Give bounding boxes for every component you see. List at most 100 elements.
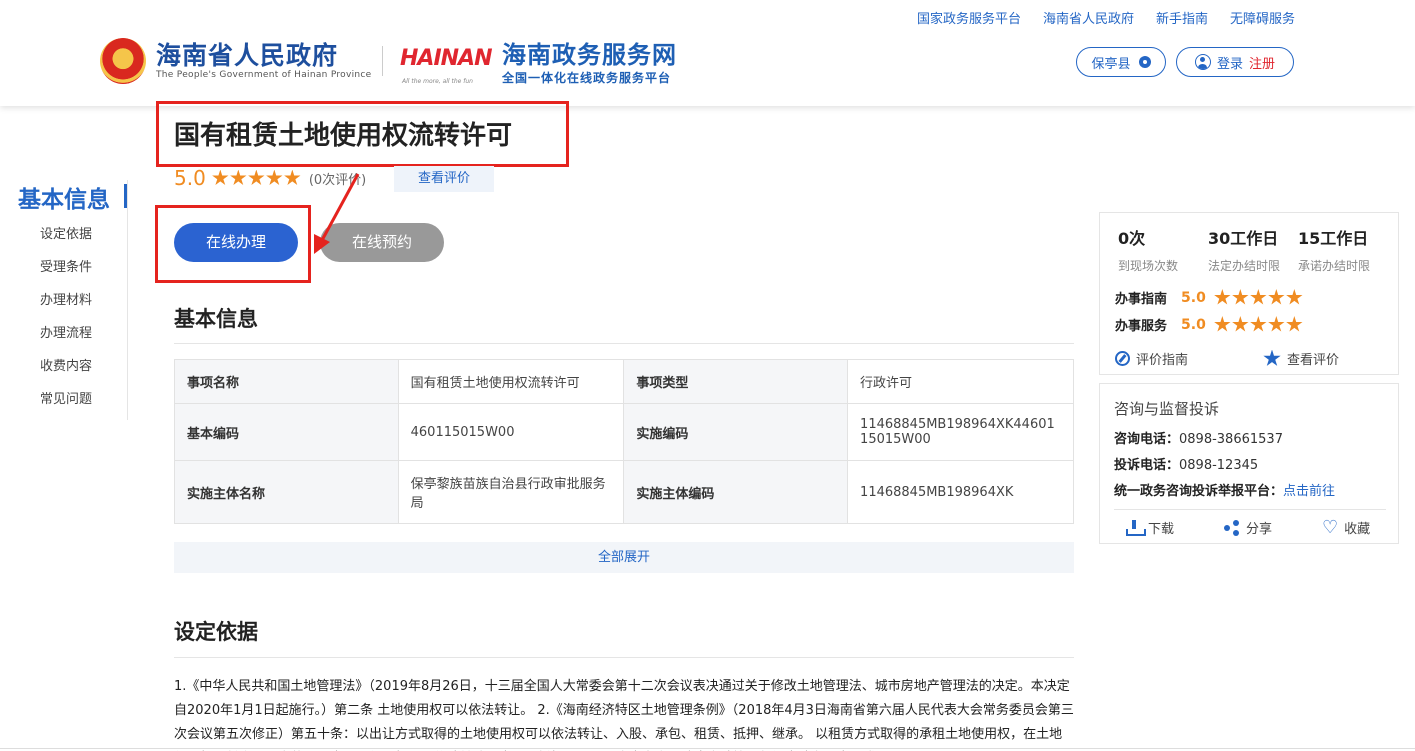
portal-logo[interactable]: HAINAN All the more, all the fun 海南政务服务网… — [400, 38, 677, 88]
top-links: 国家政务服务平台 海南省人民政府 新手指南 无障碍服务 — [917, 8, 1295, 27]
table-key: 基本编码 — [174, 403, 399, 461]
stat-label: 法定办结时限 — [1208, 259, 1281, 273]
table-key: 事项类型 — [623, 359, 849, 404]
expand-all-button[interactable]: 全部展开 — [174, 542, 1074, 573]
stat-value: 0次 — [1118, 229, 1146, 248]
login-link[interactable]: 登录 — [1217, 53, 1243, 72]
share-icon — [1224, 519, 1240, 536]
table-value: 保亭黎族苗族自治县行政审批服务局 — [397, 460, 625, 524]
complaint-platform: 统一政务咨询投诉举报平台：点击前往 — [1114, 480, 1335, 499]
stat-label: 到现场次数 — [1118, 259, 1179, 273]
star-icon — [1268, 289, 1285, 305]
page-title: 国有租赁土地使用权流转许可 — [174, 121, 513, 151]
table-key: 实施编码 — [623, 403, 849, 461]
page-bottom-border — [0, 748, 1415, 749]
star-icon — [1250, 316, 1267, 332]
rating-score: 5.0 — [1181, 289, 1206, 306]
link-accessibility[interactable]: 无障碍服务 — [1230, 8, 1295, 27]
table-row: 实施主体名称 保亭黎族苗族自治县行政审批服务局 实施主体编码 11468845M… — [174, 460, 1074, 524]
complain-value: 0898-12345 — [1179, 458, 1259, 473]
auth-button[interactable]: 登录 注册 — [1176, 47, 1294, 77]
rating-stars — [212, 169, 301, 187]
stat-promised-limit: 15工作日 承诺办结时限 — [1298, 225, 1370, 274]
gov-name-en: The People's Government of Hainan Provin… — [156, 70, 372, 80]
complain-label: 投诉电话： — [1114, 458, 1180, 473]
nav-item-fees[interactable]: 收费内容 — [40, 357, 92, 390]
nav-item-process[interactable]: 办理流程 — [40, 324, 92, 357]
register-link[interactable]: 注册 — [1249, 53, 1275, 72]
favorite-button[interactable]: ♡ 收藏 — [1322, 518, 1370, 537]
service-stats-panel: 0次 到现场次数 30工作日 法定办结时限 15工作日 承诺办结时限 办事指南 … — [1099, 212, 1399, 375]
star-icon — [1250, 289, 1267, 305]
consult-value: 0898-38661537 — [1179, 432, 1283, 447]
basis-title: 设定依据 — [174, 620, 258, 644]
table-row: 基本编码 460115015W00 实施编码 11468845MB198964X… — [174, 403, 1074, 461]
star-icon — [1214, 316, 1231, 332]
online-apply-button[interactable]: 在线办理 — [174, 223, 298, 262]
rating-guide: 办事指南 5.0 — [1115, 288, 1303, 307]
rating-service: 办事服务 5.0 — [1115, 315, 1303, 334]
consult-phone: 咨询电话：0898-38661537 — [1114, 428, 1283, 447]
star-icon — [1286, 316, 1303, 332]
link-label: 评价指南 — [1136, 353, 1189, 368]
stat-label: 承诺办结时限 — [1298, 259, 1371, 273]
star-outline-icon — [1263, 349, 1281, 366]
link-guide[interactable]: 新手指南 — [1156, 8, 1208, 27]
section-divider — [174, 343, 1074, 344]
nav-item-faq[interactable]: 常见问题 — [40, 390, 92, 423]
portal-name: 海南政务服务网 — [502, 40, 677, 69]
region-selector[interactable]: 保亭县 — [1076, 47, 1166, 77]
rating-guide-link[interactable]: 评价指南 — [1115, 349, 1188, 368]
rating-label: 办事指南 — [1115, 292, 1168, 307]
link-hainan-gov[interactable]: 海南省人民政府 — [1043, 8, 1134, 27]
rating-stars — [1214, 316, 1303, 333]
rating-score: 5.0 — [174, 166, 206, 190]
nav-divider — [127, 180, 128, 420]
rating-score: 5.0 — [1181, 316, 1206, 333]
nav-item-materials[interactable]: 办理材料 — [40, 291, 92, 324]
star-icon — [266, 169, 283, 185]
nav-item-conditions[interactable]: 受理条件 — [40, 258, 92, 291]
rating-label: 办事服务 — [1115, 319, 1168, 334]
table-row: 事项名称 国有租赁土地使用权流转许可 事项类型 行政许可 — [174, 359, 1074, 404]
logo-divider — [382, 46, 383, 76]
consult-label: 咨询电话： — [1114, 432, 1180, 447]
link-national-platform[interactable]: 国家政务服务平台 — [917, 8, 1021, 27]
hainan-slogan: All the more, all the fun — [402, 78, 473, 85]
star-icon — [248, 169, 265, 185]
share-button[interactable]: 分享 — [1224, 518, 1272, 537]
contact-title: 咨询与监督投诉 — [1114, 400, 1220, 418]
rating-stars — [1214, 289, 1303, 306]
stat-value: 15工作日 — [1298, 229, 1369, 248]
view-rating-link[interactable]: 查看评价 — [1263, 349, 1339, 368]
stat-legal-limit: 30工作日 法定办结时限 — [1208, 225, 1280, 274]
action-label: 收藏 — [1344, 522, 1371, 537]
action-label: 分享 — [1246, 522, 1273, 537]
star-icon — [212, 169, 229, 185]
table-key: 实施主体名称 — [174, 460, 399, 524]
gov-logo[interactable]: 海南省人民政府 The People's Government of Haina… — [100, 38, 372, 84]
stat-value: 30工作日 — [1208, 229, 1279, 248]
user-icon — [1194, 54, 1211, 70]
link-label: 查看评价 — [1287, 353, 1340, 368]
star-icon — [1286, 289, 1303, 305]
star-icon — [1232, 289, 1249, 305]
star-icon — [1214, 289, 1231, 305]
view-review-button[interactable]: 查看评价 — [394, 166, 494, 192]
platform-link[interactable]: 点击前往 — [1283, 484, 1335, 499]
national-emblem-icon — [100, 38, 146, 84]
platform-label: 统一政务咨询投诉举报平台： — [1114, 484, 1284, 499]
table-value: 国有租赁土地使用权流转许可 — [397, 359, 625, 404]
panel-divider — [1114, 509, 1386, 510]
heart-icon: ♡ — [1322, 516, 1339, 538]
nav-title[interactable]: 基本信息 — [18, 180, 110, 214]
table-value: 行政许可 — [847, 359, 1074, 404]
basis-text: 1.《中华人民共和国土地管理法》（2019年8月26日，十三届全国人大常委会第十… — [174, 679, 1074, 742]
table-key: 事项名称 — [174, 359, 399, 404]
annotation-arrow-icon — [314, 173, 360, 254]
download-button[interactable]: 下载 — [1126, 518, 1174, 537]
nav-item-basis[interactable]: 设定依据 — [40, 225, 92, 258]
contact-panel: 咨询与监督投诉 咨询电话：0898-38661537 投诉电话：0898-123… — [1099, 383, 1399, 544]
table-value: 11468845MB198964XK4460115015W00 — [847, 403, 1074, 461]
download-icon — [1126, 519, 1146, 536]
